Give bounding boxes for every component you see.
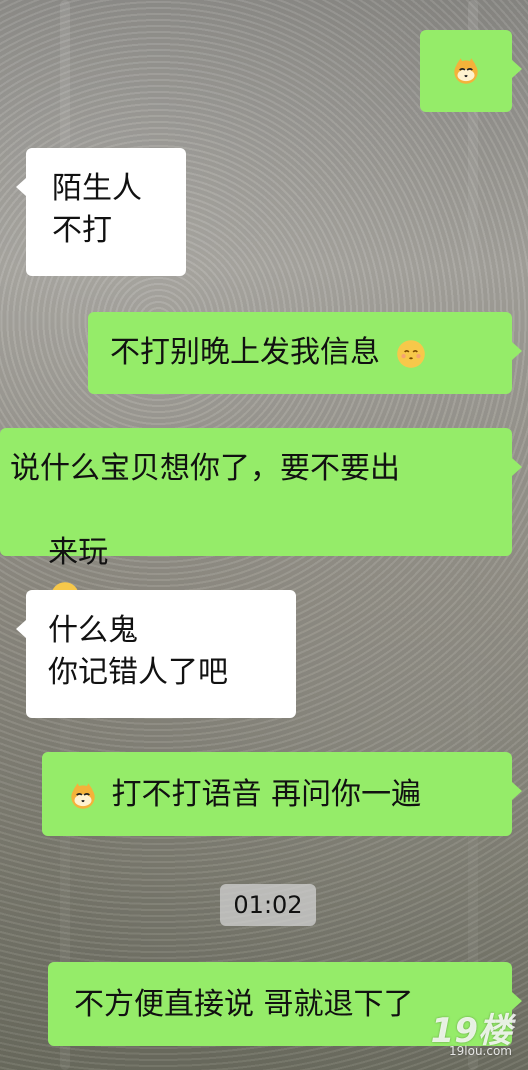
watermark-logo: 19楼 19lou.com — [431, 1003, 512, 1058]
message-7-text: 不方便直接说 哥就退下了 — [74, 987, 414, 1022]
message-5-line-1: 什么鬼 — [48, 613, 138, 648]
kissing-emoji-icon — [396, 339, 425, 368]
cat-smirk-emoji-icon — [71, 782, 95, 809]
message-4-line-1: 说什么宝贝想你了，要不要出 — [10, 451, 400, 486]
message-6-text: 打不打语音 再问你一遍 — [111, 777, 422, 812]
message-bubble-5[interactable]: 什么鬼 你记错人了吧 — [16, 590, 296, 718]
message-4-line-2-text: 来玩 — [48, 535, 109, 570]
cat-smirk-emoji-icon — [454, 58, 478, 84]
message-bubble-4[interactable]: 说什么宝贝想你了，要不要出 来玩 — [0, 428, 522, 610]
message-3-text: 不打别晚上发我信息 — [110, 335, 380, 370]
message-5-line-2: 你记错人了吧 — [48, 655, 228, 690]
message-2-line-2: 不打 — [52, 213, 112, 248]
message-bubble-6[interactable]: 打不打语音 再问你一遍 — [42, 752, 522, 836]
message-bubble-1[interactable] — [420, 30, 522, 112]
message-2-line-1: 陌生人 — [52, 171, 142, 206]
message-bubble-2[interactable]: 陌生人 不打 — [16, 148, 186, 276]
timestamp-badge: 01:02 — [220, 884, 316, 926]
message-bubble-3[interactable]: 不打别晚上发我信息 — [88, 312, 522, 394]
